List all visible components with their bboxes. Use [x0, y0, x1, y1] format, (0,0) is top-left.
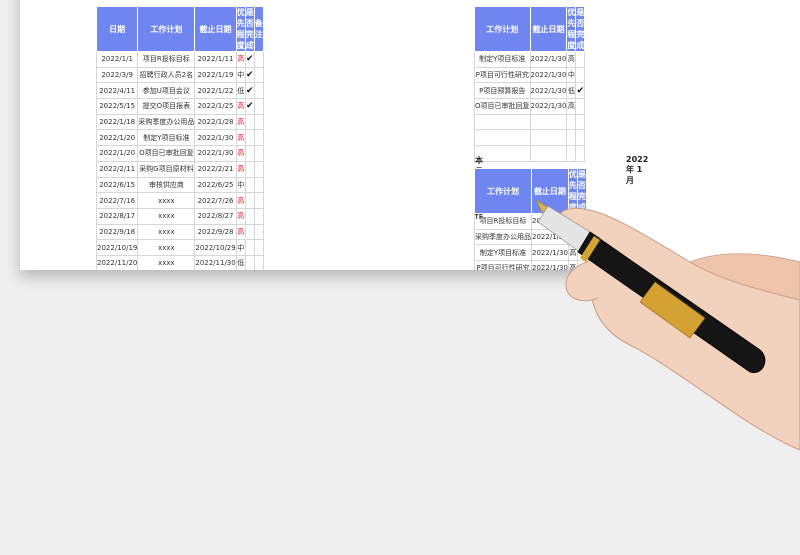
- hand-holding-pen-illustration: [535, 199, 800, 451]
- finger-shape: [565, 257, 601, 302]
